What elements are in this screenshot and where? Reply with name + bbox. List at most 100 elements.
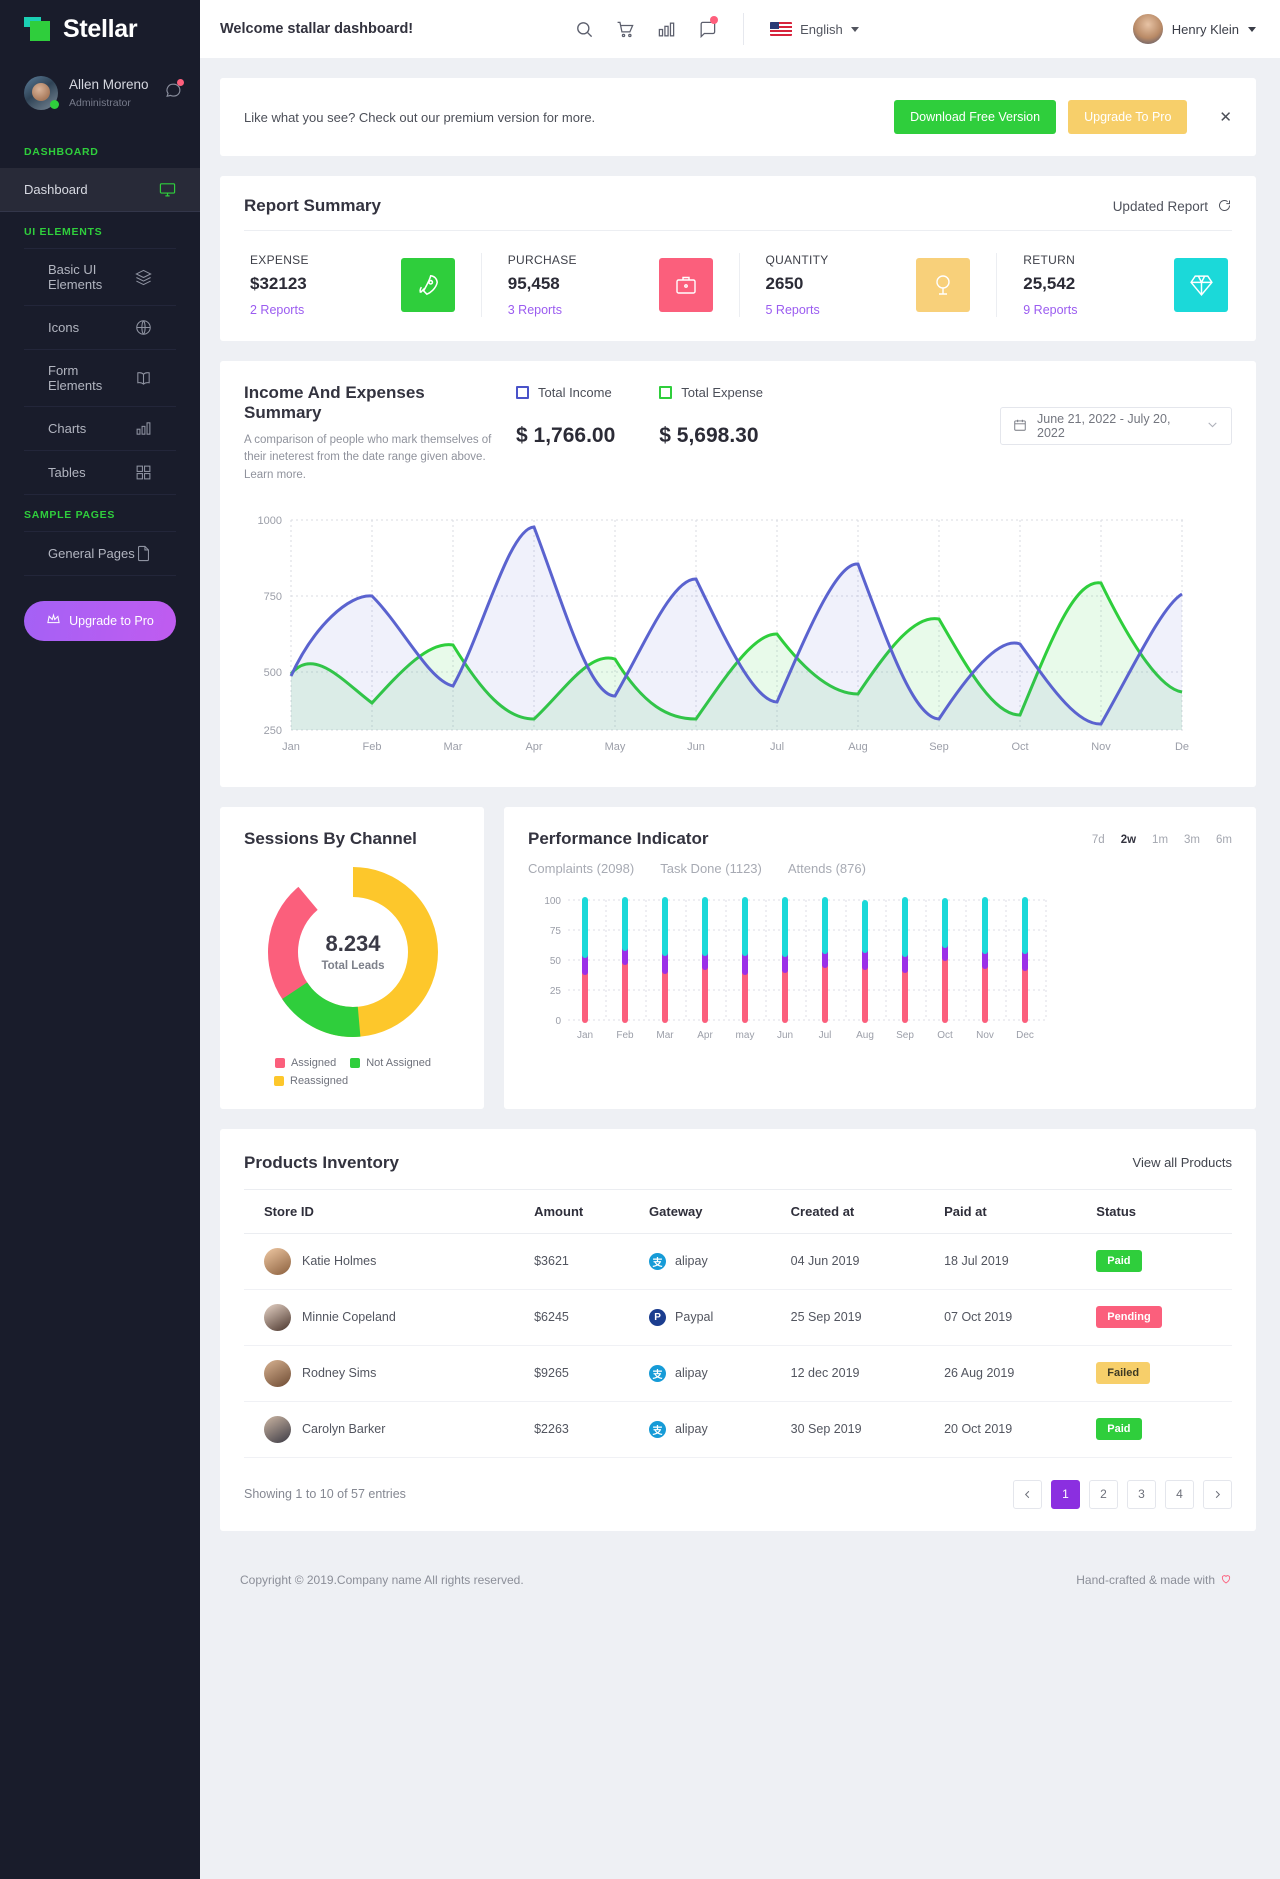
summary-reports-link[interactable]: 2 Reports: [250, 303, 309, 317]
performance-title: Performance Indicator: [528, 828, 709, 848]
table-row[interactable]: Katie Holmes $3621 支 alipay 04 Jun 2019 …: [244, 1233, 1232, 1290]
range-6m[interactable]: 6m: [1216, 834, 1232, 846]
updated-report-button[interactable]: Updated Report: [1113, 198, 1232, 216]
summary-reports-link[interactable]: 9 Reports: [1023, 303, 1077, 317]
nav-category-label: UI ELEMENTS: [24, 226, 103, 238]
range-3m[interactable]: 3m: [1184, 834, 1200, 846]
svg-text:Oct: Oct: [1011, 741, 1028, 753]
pagination-page-1[interactable]: 1: [1051, 1479, 1080, 1509]
view-all-products-link[interactable]: View all Products: [1133, 1155, 1232, 1170]
store-name: Katie Holmes: [302, 1254, 377, 1269]
cell-status: Failed: [1088, 1345, 1232, 1402]
sidebar-item-dashboard[interactable]: Dashboard: [0, 168, 200, 212]
pagination-prev[interactable]: [1013, 1479, 1042, 1509]
summary-item-quantity: QUANTITY 2650 5 Reports: [740, 253, 998, 317]
svg-text:500: 500: [264, 667, 282, 679]
diamond-icon: [1174, 258, 1228, 312]
cart-icon[interactable]: [616, 20, 635, 39]
pagination-next[interactable]: [1203, 1479, 1232, 1509]
nav-category-label: SAMPLE PAGES: [24, 509, 116, 521]
chevron-down-icon: [1248, 26, 1256, 32]
range-2w[interactable]: 2w: [1121, 834, 1136, 846]
user-menu[interactable]: Henry Klein: [1132, 14, 1256, 44]
table-row[interactable]: Rodney Sims $9265 支 alipay 12 dec 2019 2…: [244, 1345, 1232, 1402]
cell-gateway: 支 alipay: [641, 1345, 783, 1402]
chat-bubble-icon[interactable]: [165, 79, 184, 104]
sessions-by-channel-card: Sessions By Channel 8.234 Total Leads As…: [220, 806, 484, 1109]
upgrade-to-pro-button[interactable]: Upgrade To Pro: [1068, 100, 1188, 134]
tab-complaints[interactable]: Complaints (2098): [528, 861, 634, 876]
us-flag-icon: [770, 22, 793, 36]
column-status: Status: [1088, 1188, 1232, 1234]
globe-stand-icon: [916, 258, 971, 312]
content: Like what you see? Check out our premium…: [200, 58, 1280, 1608]
store-name: Rodney Sims: [302, 1366, 377, 1381]
tab-attends[interactable]: Attends (876): [788, 861, 866, 876]
legend-swatch-income: [516, 386, 529, 399]
legend-total-income: Total Income $ 1,766.00: [516, 385, 615, 484]
store-name: Carolyn Barker: [302, 1422, 386, 1437]
upgrade-to-pro-button[interactable]: Upgrade to Pro: [24, 601, 176, 641]
chart-icon[interactable]: [657, 20, 676, 39]
cell-gateway: 支 alipay: [641, 1233, 783, 1290]
sidebar-item-general-pages[interactable]: General Pages: [24, 531, 176, 576]
pagination: 1 2 3 4: [1013, 1479, 1232, 1509]
income-description: A comparison of people who mark themselv…: [244, 434, 492, 481]
sidebar-profile[interactable]: Allen Moreno Administrator: [0, 58, 200, 132]
svg-text:May: May: [605, 741, 626, 753]
cell-store-id: Carolyn Barker: [244, 1401, 527, 1458]
sidebar-item-basic-ui-elements[interactable]: Basic UI Elements: [24, 248, 176, 306]
pagination-page-3[interactable]: 3: [1127, 1479, 1156, 1509]
download-free-version-button[interactable]: Download Free Version: [894, 100, 1057, 134]
column-paid-at: Paid at: [936, 1188, 1089, 1234]
sidebar-item-icons[interactable]: Icons: [24, 306, 176, 350]
table-row[interactable]: Minnie Copeland $6245 P Paypal 25 Sep 20…: [244, 1289, 1232, 1346]
table-footer: Showing 1 to 10 of 57 entries 1 2 3 4: [244, 1479, 1232, 1509]
table-row[interactable]: Carolyn Barker $2263 支 alipay 30 Sep 201…: [244, 1401, 1232, 1458]
summary-reports-link[interactable]: 5 Reports: [766, 303, 829, 317]
products-inventory-card: Products Inventory View all Products Sto…: [220, 1128, 1256, 1531]
tab-task-done[interactable]: Task Done (1123): [660, 861, 762, 876]
promo-text: Like what you see? Check out our premium…: [244, 109, 596, 125]
footer-credit-text: Hand-crafted & made with: [1076, 1573, 1215, 1588]
briefcase-icon: [658, 258, 713, 312]
svg-text:Apr: Apr: [525, 741, 542, 753]
summary-label: PURCHASE: [507, 253, 577, 267]
summary-item-return: RETURN 25,542 9 Reports: [997, 253, 1232, 317]
language-selector[interactable]: English: [770, 22, 859, 37]
brand-logo[interactable]: Stellar: [0, 0, 200, 58]
column-gateway: Gateway: [641, 1188, 783, 1234]
legend-swatch: [350, 1057, 361, 1068]
pagination-page-4[interactable]: 4: [1165, 1479, 1194, 1509]
svg-text:50: 50: [550, 956, 562, 967]
range-1m[interactable]: 1m: [1152, 834, 1168, 846]
date-range-picker[interactable]: June 21, 2022 - July 20, 2022: [1000, 407, 1232, 445]
book-icon: [135, 370, 152, 387]
range-7d[interactable]: 7d: [1092, 834, 1105, 846]
grid-icon: [135, 464, 152, 481]
welcome-title: Welcome stallar dashboard!: [220, 21, 414, 37]
chevron-down-icon: [1206, 418, 1219, 434]
sidebar-item-form-elements[interactable]: Form Elements: [24, 350, 176, 407]
performance-bar-chart: 100 75 50 25 0 Jan Feb Mar Apr may Jun Jul Aug Se…: [528, 890, 1232, 1070]
income-header: Income And Expenses Summary A comparison…: [244, 383, 1232, 484]
summary-value: 25,542: [1023, 274, 1076, 293]
two-column-row: Sessions By Channel 8.234 Total Leads As…: [220, 806, 1256, 1109]
pagination-page-2[interactable]: 2: [1089, 1479, 1118, 1509]
cell-created-at: 30 Sep 2019: [782, 1401, 937, 1458]
status-badge: Paid: [1096, 1418, 1142, 1441]
cell-created-at: 04 Jun 2019: [782, 1233, 937, 1290]
report-summary-title: Report Summary: [244, 196, 381, 215]
close-icon[interactable]: ✕: [1219, 108, 1232, 126]
summary-item-expense: EXPENSE $32123 2 Reports: [244, 253, 482, 317]
svg-text:Jul: Jul: [770, 741, 784, 753]
cell-amount: $9265: [526, 1345, 642, 1402]
search-icon[interactable]: [575, 20, 594, 39]
summary-reports-link[interactable]: 3 Reports: [508, 303, 577, 317]
total-income-amount: $ 1,766.00: [516, 424, 616, 447]
sidebar-item-charts[interactable]: Charts: [24, 407, 176, 451]
message-icon[interactable]: [698, 15, 719, 39]
sidebar-item-tables[interactable]: Tables: [24, 451, 176, 495]
donut-legend-assigned: Assigned: [274, 1057, 336, 1069]
summary-value: $32123: [250, 274, 307, 293]
